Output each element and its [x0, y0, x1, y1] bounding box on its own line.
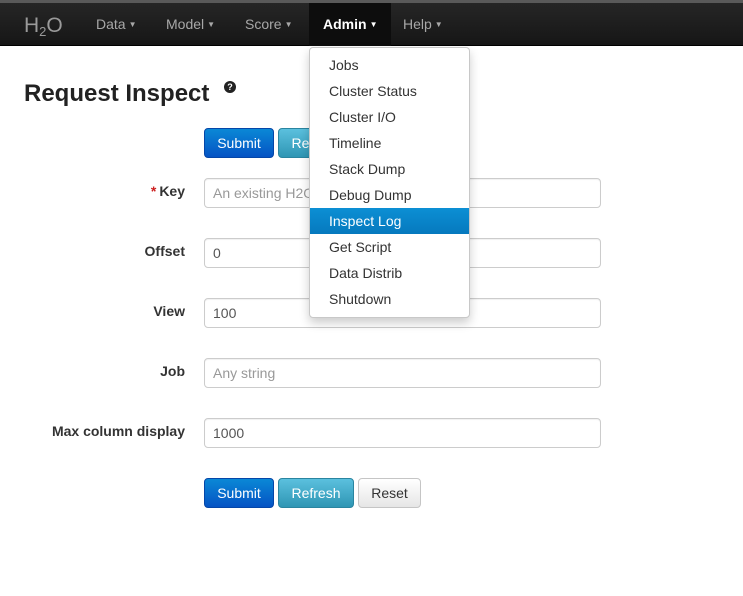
nav-model-label: Model	[166, 16, 205, 32]
menu-item-stack-dump[interactable]: Stack Dump	[310, 156, 469, 182]
submit-button-top[interactable]: Submit	[204, 128, 274, 158]
menu-item-cluster-status[interactable]: Cluster Status	[310, 78, 469, 104]
nav-admin-label: Admin	[323, 16, 367, 32]
caret-down-icon: ▼	[128, 20, 137, 29]
max-column-display-label: Max column display	[51, 423, 185, 439]
menu-item-data-distrib[interactable]: Data Distrib	[310, 260, 469, 286]
reset-button[interactable]: Reset	[358, 478, 421, 508]
question-icon[interactable]: ?	[224, 81, 236, 93]
menu-item-cluster-io[interactable]: Cluster I/O	[310, 104, 469, 130]
job-label: Job	[160, 363, 185, 379]
caret-down-icon: ▼	[284, 20, 293, 29]
nav-help-menu[interactable]: Help ▼	[403, 3, 443, 46]
nav-help-label: Help	[403, 16, 432, 32]
refresh-button[interactable]: Refresh	[278, 478, 354, 508]
nav-score-menu[interactable]: Score ▼	[245, 3, 293, 46]
job-input[interactable]	[204, 358, 601, 388]
required-asterisk: *	[150, 183, 157, 199]
logo-letter-h: H	[24, 14, 40, 37]
max-column-display-input[interactable]	[204, 418, 601, 448]
menu-item-debug-dump[interactable]: Debug Dump	[310, 182, 469, 208]
caret-down-icon: ▼	[434, 20, 443, 29]
key-label: * Key	[0, 183, 185, 199]
offset-label: Offset	[144, 243, 185, 259]
logo-letter-o: O	[46, 14, 63, 37]
nav-score-label: Score	[245, 16, 282, 32]
caret-down-icon: ▼	[369, 20, 378, 29]
menu-item-jobs[interactable]: Jobs	[310, 52, 469, 78]
menu-item-shutdown[interactable]: Shutdown	[310, 286, 469, 312]
page-title: Request Inspect	[24, 80, 210, 107]
top-navbar: H2O Data ▼ Model ▼ Score ▼ Admin ▼ Help ▼	[0, 0, 743, 46]
admin-dropdown-menu: Jobs Cluster Status Cluster I/O Timeline…	[309, 47, 470, 318]
nav-admin-menu[interactable]: Admin ▼	[309, 3, 392, 46]
view-label: View	[153, 303, 185, 319]
menu-item-timeline[interactable]: Timeline	[310, 130, 469, 156]
h2o-logo[interactable]: H2O	[24, 14, 63, 39]
submit-button[interactable]: Submit	[204, 478, 274, 508]
key-label-text: Key	[159, 183, 185, 199]
nav-data-menu[interactable]: Data ▼	[96, 3, 137, 46]
caret-down-icon: ▼	[207, 20, 216, 29]
menu-item-inspect-log[interactable]: Inspect Log	[310, 208, 469, 234]
nav-data-label: Data	[96, 16, 126, 32]
menu-item-get-script[interactable]: Get Script	[310, 234, 469, 260]
nav-model-menu[interactable]: Model ▼	[166, 3, 215, 46]
